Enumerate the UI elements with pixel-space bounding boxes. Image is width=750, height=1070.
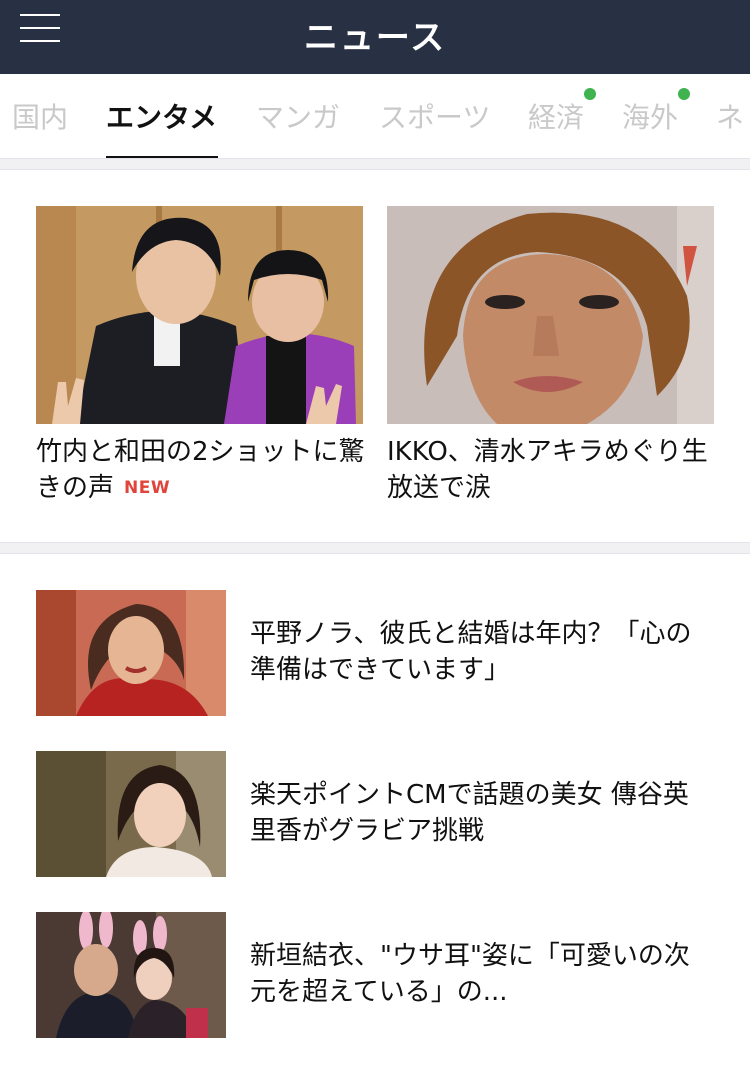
article-title: 新垣結衣、"ウサ耳"姿に「可愛いの次元を超えている」の...	[250, 941, 690, 1007]
tab-manga[interactable]: マンガ	[256, 96, 340, 136]
article-thumbnail	[36, 751, 226, 877]
article-title: 楽天ポイントCMで話題の美女 傳谷英里香がグラビア挑戦	[250, 780, 689, 846]
article-title: 平野ノラ、彼氏と結婚は年内？「心の準備はできています」	[250, 619, 692, 685]
article-thumbnail	[36, 590, 226, 716]
article-title-text: 竹内と和田の2ショットに驚きの声	[36, 437, 365, 503]
tab-more[interactable]: ネ	[716, 96, 744, 136]
app-header: ニュース	[0, 0, 750, 74]
article-title: 竹内と和田の2ショットに驚きの声 NEW	[36, 434, 371, 506]
list-item[interactable]: 新垣結衣、"ウサ耳"姿に「可愛いの次元を超えている」の...	[36, 912, 726, 1038]
tab-entertainment[interactable]: エンタメ	[106, 96, 217, 136]
article-image	[387, 206, 714, 424]
new-indicator-dot	[584, 88, 596, 100]
section-divider	[0, 542, 750, 554]
page-title: ニュース	[303, 18, 447, 58]
new-indicator-dot	[678, 88, 690, 100]
tab-overseas[interactable]: 海外	[622, 96, 678, 136]
article-thumbnail	[36, 912, 226, 1038]
section-divider	[0, 158, 750, 170]
category-tabs: 国内 エンタメ マンガ スポーツ 経済 海外 ネ	[0, 74, 750, 160]
tab-economy[interactable]: 経済	[528, 96, 584, 136]
featured-article[interactable]: 竹内と和田の2ショットに驚きの声 NEW	[36, 206, 366, 516]
article-image	[36, 206, 363, 424]
featured-article[interactable]: IKKO、清水アキラめぐり生放送で涙	[387, 206, 722, 516]
article-title: IKKO、清水アキラめぐり生放送で涙	[387, 437, 708, 503]
list-item[interactable]: 楽天ポイントCMで話題の美女 傳谷英里香がグラビア挑戦	[36, 751, 726, 877]
list-item[interactable]: 平野ノラ、彼氏と結婚は年内？「心の準備はできています」	[36, 590, 726, 716]
new-badge: NEW	[124, 478, 171, 498]
tab-sports[interactable]: スポーツ	[379, 96, 490, 136]
tab-domestic[interactable]: 国内	[12, 96, 68, 136]
